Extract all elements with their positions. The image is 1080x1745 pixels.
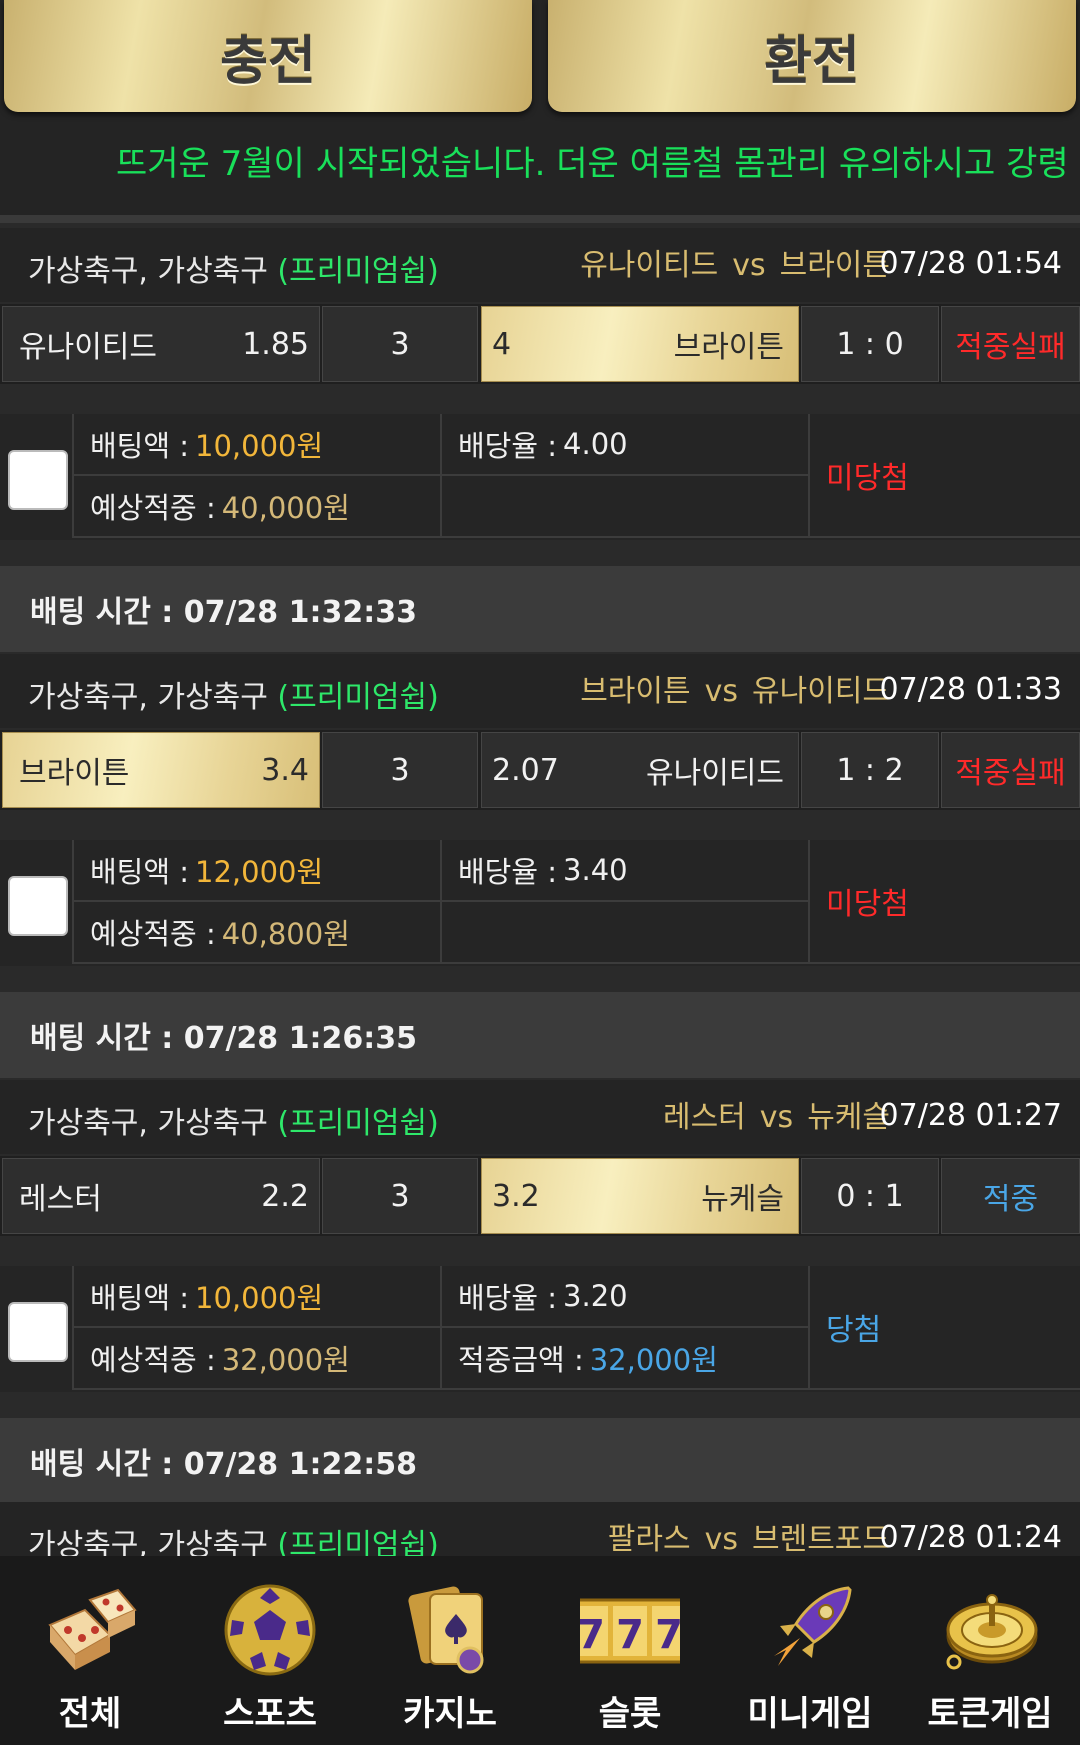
odds-rate: 배당율 :4.00 [440, 414, 808, 476]
nav-label: 전체 [58, 1694, 122, 1734]
nav-item-minigame[interactable]: 미니게임 [720, 1556, 900, 1745]
roulette-icon [946, 1594, 1038, 1670]
playing-cards-icon [408, 1586, 484, 1674]
bet-detail: 배팅액 :12,000원 배당율 :3.40 예상적중 :40,800원 미당첨 [0, 840, 1080, 966]
result-cell: 적중실패 [941, 732, 1080, 808]
match-datetime: 07/28 01:33 [879, 672, 1062, 707]
win-amount: 적중금액 :32,000원 [440, 1328, 808, 1390]
top-header: 충전 환전 뜨거운 7월이 시작되었습니다. 더운 여름철 몸관리 유의하시고 … [0, 0, 1080, 215]
league-name: 가상축구, 가상축구 (프리미엄쉽) [28, 1528, 439, 1556]
soccer-ball-icon [224, 1584, 316, 1676]
divider [0, 215, 1080, 223]
match-teams: 팔라스 vs 브렌트포드 [607, 1522, 890, 1556]
nav-label: 미니게임 [747, 1694, 873, 1734]
odds-row: 브라이튼 3.4 3 2.07 유나이티드 1 : 2 적중실패 [0, 730, 1080, 810]
bet-select-checkbox[interactable] [8, 450, 68, 510]
bet-detail: 배팅액 :10,000원 배당율 :3.20 예상적중 :32,000원 적중금… [0, 1266, 1080, 1392]
notice-marquee: 뜨거운 7월이 시작되었습니다. 더운 여름철 몸관리 유의하시고 강령 [116, 144, 1069, 184]
nav-label: 슬롯 [598, 1694, 662, 1734]
draw-odds-cell[interactable]: 3 [322, 306, 478, 382]
match-datetime: 07/28 01:24 [879, 1520, 1062, 1555]
odds-rate: 배당율 :3.20 [440, 1266, 808, 1328]
win-amount [440, 476, 808, 538]
match-header: 가상축구, 가상축구 (프리미엄쉽) 레스터 vs 뉴케슬 07/28 01:27 [0, 1080, 1080, 1154]
nav-item-casino[interactable]: 카지노 [360, 1556, 540, 1745]
match-header: 가상축구, 가상축구 (프리미엄쉽) 브라이튼 vs 유나이티드 07/28 01:… [0, 654, 1080, 728]
draw-odds-cell[interactable]: 3 [322, 732, 478, 808]
spacer [0, 966, 1080, 992]
match-teams: 레스터 vs 뉴케슬 [662, 1100, 890, 1135]
dice-icon [48, 1588, 137, 1670]
bottom-nav: 전체 스포츠 카지노 7 7 7 슬롯 미니게임 토큰게임 [0, 1556, 1080, 1745]
expected-win: 예상적중 :32,000원 [72, 1328, 440, 1390]
match-header: 가상축구, 가상축구 (프리미엄쉽) 유나이티드 vs 브라이튼 07/28 01:… [0, 228, 1080, 302]
spacer [0, 1392, 1080, 1418]
odds-rate: 배당율 :3.40 [440, 840, 808, 902]
partial-match-clip: 가상축구, 가상축구 (프리미엄쉽) 팔라스 vs 브렌트포드 07/28 01:2… [0, 1502, 1080, 1556]
spacer [0, 540, 1080, 566]
match-teams: 유나이티드 vs 브라이튼 [580, 248, 890, 283]
expected-win: 예상적중 :40,800원 [72, 902, 440, 964]
score-cell: 1 : 2 [801, 732, 939, 808]
svg-text:7: 7 [655, 1612, 680, 1658]
win-amount [440, 902, 808, 964]
bet-detail: 배팅액 :10,000원 배당율 :4.00 예상적중 :40,000원 미당첨 [0, 414, 1080, 540]
svg-text:7: 7 [580, 1612, 605, 1658]
svg-text:7: 7 [616, 1612, 644, 1658]
match-teams: 브라이튼 vs 유나이티드 [580, 674, 890, 709]
rocket-icon [774, 1586, 852, 1666]
draw-odds-cell[interactable]: 3 [322, 1158, 478, 1234]
nav-label: 토큰게임 [927, 1694, 1053, 1734]
bet-time-bar: 배팅 시간 : 07/28 1:26:35 [0, 992, 1080, 1078]
withdraw-button[interactable]: 환전 [548, 0, 1076, 112]
nav-label: 카지노 [403, 1694, 497, 1734]
home-odds-cell[interactable]: 레스터 2.2 [2, 1158, 320, 1234]
league-name: 가상축구, 가상축구 (프리미엄쉽) [28, 680, 439, 715]
nav-item-slot[interactable]: 7 7 7 슬롯 [540, 1556, 720, 1745]
bet-status: 당첨 [808, 1266, 1080, 1390]
away-odds-cell-selected[interactable]: 4 브라이튼 [481, 306, 799, 382]
home-odds-cell[interactable]: 유나이티드 1.85 [2, 306, 320, 382]
away-odds-cell-selected[interactable]: 3.2 뉴케슬 [481, 1158, 799, 1234]
match-datetime: 07/28 01:27 [879, 1098, 1062, 1133]
away-odds-cell[interactable]: 2.07 유나이티드 [481, 732, 799, 808]
bet-amount: 배팅액 :12,000원 [72, 840, 440, 902]
league-name: 가상축구, 가상축구 (프리미엄쉽) [28, 254, 439, 289]
bet-status: 미당첨 [808, 414, 1080, 538]
nav-label: 스포츠 [223, 1694, 317, 1734]
result-cell: 적중 [941, 1158, 1080, 1234]
score-cell: 0 : 1 [801, 1158, 939, 1234]
deposit-button[interactable]: 충전 [4, 0, 532, 112]
bet-amount: 배팅액 :10,000원 [72, 1266, 440, 1328]
odds-row: 유나이티드 1.85 3 4 브라이튼 1 : 0 적중실패 [0, 304, 1080, 384]
bet-time-bar: 배팅 시간 : 07/28 1:22:58 [0, 1418, 1080, 1504]
expected-win: 예상적중 :40,000원 [72, 476, 440, 538]
bet-select-checkbox[interactable] [8, 876, 68, 936]
nav-item-token-game[interactable]: 토큰게임 [900, 1556, 1080, 1745]
bet-status: 미당첨 [808, 840, 1080, 964]
bet-amount: 배팅액 :10,000원 [72, 414, 440, 476]
bet-time-bar: 배팅 시간 : 07/28 1:32:33 [0, 566, 1080, 652]
result-cell: 적중실패 [941, 306, 1080, 382]
league-name: 가상축구, 가상축구 (프리미엄쉽) [28, 1106, 439, 1141]
match-header: 가상축구, 가상축구 (프리미엄쉽) 팔라스 vs 브렌트포드 07/28 01:2… [0, 1502, 1080, 1556]
nav-item-sports[interactable]: 스포츠 [180, 1556, 360, 1745]
nav-item-all[interactable]: 전체 [0, 1556, 180, 1745]
score-cell: 1 : 0 [801, 306, 939, 382]
odds-row: 레스터 2.2 3 3.2 뉴케슬 0 : 1 적중 [0, 1156, 1080, 1236]
bet-select-checkbox[interactable] [8, 1302, 68, 1362]
match-datetime: 07/28 01:54 [879, 246, 1062, 281]
home-odds-cell-selected[interactable]: 브라이튼 3.4 [2, 732, 320, 808]
slot-777-icon: 7 7 7 [580, 1598, 680, 1664]
